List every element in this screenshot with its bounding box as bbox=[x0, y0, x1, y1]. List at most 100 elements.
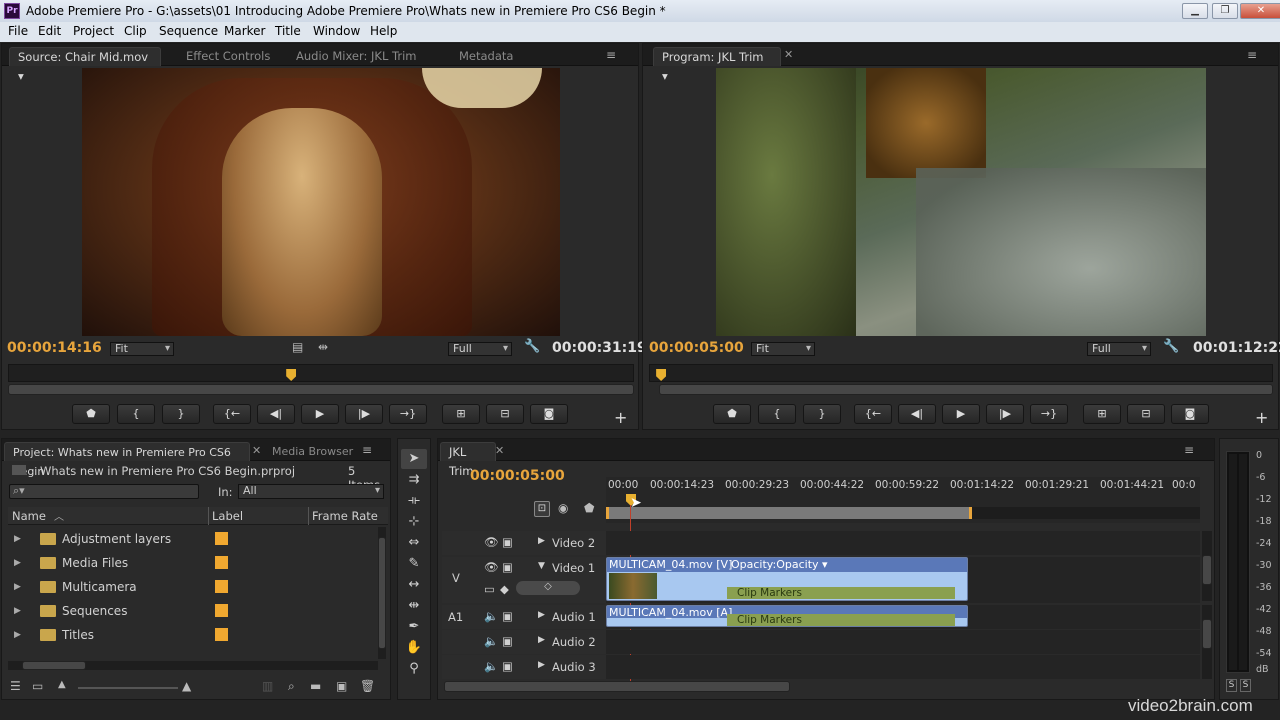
speaker-icon[interactable]: 🔈 bbox=[484, 634, 498, 648]
settings-wrench-icon[interactable]: 🔧 bbox=[524, 339, 540, 354]
menu-title[interactable]: Title bbox=[275, 24, 301, 38]
project-vertical-scrollbar[interactable] bbox=[378, 527, 386, 659]
panel-menu-icon[interactable]: ≡ bbox=[1247, 48, 1257, 62]
new-bin-icon[interactable]: ▬ bbox=[310, 679, 321, 693]
new-item-icon[interactable]: ▣ bbox=[336, 679, 347, 693]
step-forward-icon[interactable]: |▶ bbox=[986, 404, 1024, 424]
menu-window[interactable]: Window bbox=[313, 24, 360, 38]
menu-help[interactable]: Help bbox=[370, 24, 397, 38]
slide-icon[interactable]: ⇹ bbox=[401, 596, 427, 616]
zoom-icon[interactable]: ⚲ bbox=[401, 659, 427, 679]
lock-icon[interactable]: ▣ bbox=[502, 609, 513, 623]
program-fit-dropdown[interactable]: Fit bbox=[751, 342, 815, 356]
list-item[interactable]: ▶ Adjustment layers bbox=[10, 527, 376, 551]
close-icon[interactable]: ✕ bbox=[1240, 3, 1280, 19]
panel-menu-icon[interactable]: ≡ bbox=[1184, 443, 1194, 457]
play-icon[interactable]: ▶ bbox=[942, 404, 980, 424]
source-quality-dropdown[interactable]: Full bbox=[448, 342, 512, 356]
lock-icon[interactable]: ▣ bbox=[502, 535, 513, 549]
tab-project[interactable]: Project: Whats new in Premiere Pro CS6 B… bbox=[4, 442, 250, 478]
zoom-slider[interactable] bbox=[78, 687, 178, 689]
solo-right-button[interactable]: S bbox=[1240, 679, 1251, 692]
work-area-bar[interactable] bbox=[606, 507, 972, 519]
clip-markers-bar[interactable]: Clip Markers bbox=[727, 614, 955, 626]
lift-icon[interactable]: ⊞ bbox=[1083, 404, 1121, 424]
display-style-icon[interactable]: ▭ bbox=[484, 582, 495, 596]
source-zoom-scrollbar[interactable] bbox=[8, 384, 634, 395]
insert-icon[interactable]: ⊞ bbox=[442, 404, 480, 424]
expand-triangle-icon[interactable]: ▶ bbox=[14, 527, 21, 551]
audio-tracks-scrollbar[interactable] bbox=[1202, 605, 1212, 679]
pen-icon[interactable]: ✒ bbox=[401, 617, 427, 637]
panel-menu-icon[interactable]: ≡ bbox=[362, 443, 372, 457]
timeline-ruler[interactable]: 00:00 00:00:14:23 00:00:29:23 00:00:44:2… bbox=[606, 477, 1200, 523]
expand-triangle-icon[interactable]: ▶ bbox=[538, 610, 545, 620]
button-editor-add-icon[interactable]: + bbox=[614, 408, 627, 427]
lock-icon[interactable]: ▣ bbox=[502, 659, 513, 673]
expand-triangle-icon[interactable]: ▶ bbox=[14, 551, 21, 575]
column-frame-rate[interactable]: Frame Rate bbox=[312, 509, 378, 523]
expand-triangle-icon[interactable]: ▶ bbox=[538, 660, 545, 670]
tab-metadata[interactable]: Metadata bbox=[451, 47, 521, 66]
marker-icon[interactable]: ⬟ bbox=[713, 404, 751, 424]
tab-source[interactable]: Source: Chair Mid.mov ▾ bbox=[9, 47, 161, 83]
list-item[interactable]: ▶ Media Files bbox=[10, 551, 376, 575]
column-name[interactable]: Name bbox=[12, 509, 46, 523]
source-fit-dropdown[interactable]: Fit bbox=[110, 342, 174, 356]
menu-sequence[interactable]: Sequence bbox=[159, 24, 218, 38]
overwrite-icon[interactable]: ⊟ bbox=[486, 404, 524, 424]
list-item[interactable]: ▶ Titles bbox=[10, 623, 376, 647]
export-frame-icon[interactable]: ◙ bbox=[530, 404, 568, 424]
settings-wrench-icon[interactable]: 🔧 bbox=[1163, 339, 1179, 354]
go-to-in-icon[interactable]: {← bbox=[213, 404, 251, 424]
audio2-track-area[interactable] bbox=[606, 630, 1200, 654]
tab-program[interactable]: Program: JKL Trim ▾ bbox=[653, 47, 781, 83]
output-icon[interactable]: ⇹ bbox=[318, 340, 328, 354]
timeline-timecode[interactable]: 00:00:05:00 bbox=[470, 468, 565, 484]
source-timecode-current[interactable]: 00:00:14:16 bbox=[7, 340, 102, 356]
expand-triangle-icon[interactable]: ▶ bbox=[14, 599, 21, 623]
mark-in-icon[interactable]: { bbox=[117, 404, 155, 424]
close-tab-icon[interactable]: ✕ bbox=[784, 48, 793, 61]
video-clip-fx-dropdown[interactable]: Opacity:Opacity ▾ bbox=[731, 558, 828, 571]
tab-media-browser[interactable]: Media Browser bbox=[264, 442, 361, 461]
go-to-out-icon[interactable]: →} bbox=[389, 404, 427, 424]
automate-icon[interactable]: ▥ bbox=[262, 679, 273, 693]
step-forward-icon[interactable]: |▶ bbox=[345, 404, 383, 424]
list-item[interactable]: ▶ Sequences bbox=[10, 599, 376, 623]
safe-margins-icon[interactable]: ▤ bbox=[292, 340, 303, 354]
selection-icon[interactable]: ➤ bbox=[401, 449, 427, 469]
go-to-in-icon[interactable]: {← bbox=[854, 404, 892, 424]
icon-view-icon[interactable]: ▭ bbox=[32, 679, 43, 693]
add-keyframe-icon[interactable]: ◇ bbox=[516, 581, 580, 595]
lock-icon[interactable]: ▣ bbox=[502, 634, 513, 648]
expand-triangle-icon[interactable]: ▶ bbox=[14, 623, 21, 647]
rate-stretch-icon[interactable]: ⇔ bbox=[401, 533, 427, 553]
mark-out-icon[interactable]: } bbox=[803, 404, 841, 424]
tab-audio-mixer[interactable]: Audio Mixer: JKL Trim bbox=[288, 47, 425, 66]
program-playhead[interactable] bbox=[656, 369, 667, 381]
close-tab-icon[interactable]: ✕ bbox=[495, 444, 504, 457]
audio-clip[interactable]: MULTICAM_04.mov [A] Clip Markers bbox=[606, 605, 968, 627]
slip-icon[interactable]: ↔ bbox=[401, 575, 427, 595]
tab-sequence[interactable]: JKL Trim bbox=[440, 442, 496, 478]
step-back-icon[interactable]: ◀| bbox=[257, 404, 295, 424]
marker-icon[interactable]: ⬟ bbox=[72, 404, 110, 424]
panel-menu-icon[interactable]: ≡ bbox=[606, 48, 616, 62]
zoom-out-icon[interactable]: ▲ bbox=[58, 679, 66, 690]
timeline-horizontal-scrollbar[interactable] bbox=[444, 681, 790, 692]
column-label[interactable]: Label bbox=[212, 509, 243, 523]
program-timecode-current[interactable]: 00:00:05:00 bbox=[649, 340, 744, 356]
mark-in-icon[interactable]: { bbox=[758, 404, 796, 424]
source-patch-a1[interactable]: A1 bbox=[448, 610, 463, 624]
sort-ascending-icon[interactable]: ︿ bbox=[54, 508, 64, 523]
track-select-icon[interactable]: ⇉ bbox=[401, 470, 427, 490]
program-zoom-scrollbar[interactable] bbox=[659, 384, 1273, 395]
snap-icon[interactable]: ⊡ bbox=[534, 501, 550, 517]
menu-edit[interactable]: Edit bbox=[38, 24, 61, 38]
audio3-track-area[interactable] bbox=[606, 655, 1200, 679]
eye-icon[interactable]: 👁 bbox=[484, 535, 499, 549]
solo-left-button[interactable]: S bbox=[1226, 679, 1237, 692]
expand-triangle-icon[interactable]: ▶ bbox=[538, 635, 545, 645]
play-icon[interactable]: ▶ bbox=[301, 404, 339, 424]
